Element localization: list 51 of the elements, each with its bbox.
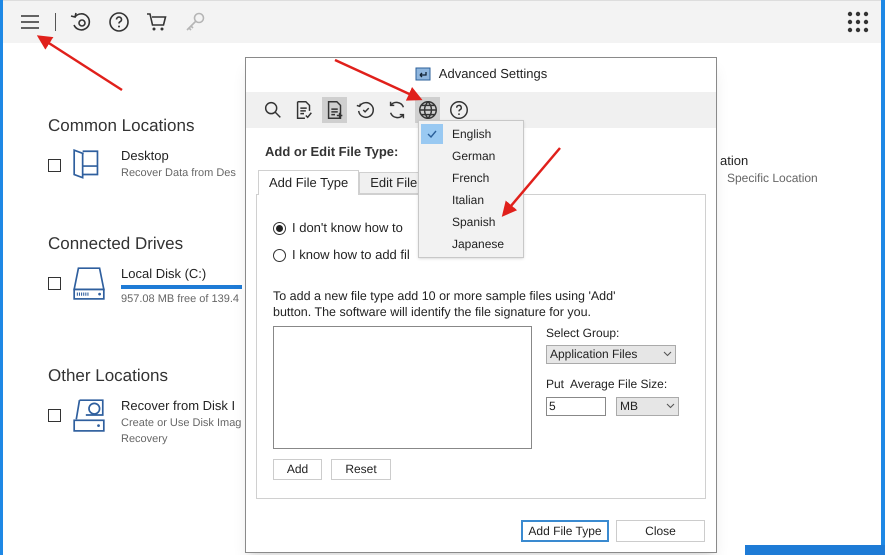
help-button[interactable] bbox=[106, 9, 132, 35]
group-dropdown[interactable]: Application Files bbox=[546, 344, 676, 364]
dialog-app-icon bbox=[414, 66, 431, 82]
section-title: Common Locations bbox=[48, 115, 196, 137]
hard-drive-icon bbox=[71, 265, 107, 301]
location-description: Recover Data from Des bbox=[121, 166, 237, 181]
menu-item[interactable]: German bbox=[419, 145, 523, 167]
checkbox[interactable] bbox=[48, 409, 61, 422]
annotation-arrow bbox=[502, 147, 561, 217]
tab[interactable]: Add File Type bbox=[258, 170, 360, 194]
checkbox[interactable] bbox=[48, 159, 61, 172]
menu-item[interactable]: Spanish bbox=[419, 211, 523, 233]
menu-item[interactable]: English bbox=[419, 123, 523, 145]
field-label: Select Group: bbox=[546, 326, 620, 340]
radio-button[interactable] bbox=[273, 222, 286, 234]
location-description: Create or Use Disk Imag bbox=[121, 416, 241, 431]
chevron-down-icon bbox=[663, 351, 672, 357]
location-title[interactable]: Desktop bbox=[121, 147, 241, 165]
section-heading: Add or Edit File Type: bbox=[265, 143, 398, 161]
dialog-button[interactable]: Add File Type bbox=[521, 520, 609, 542]
disk-image-icon bbox=[71, 397, 107, 433]
location-description: Recovery bbox=[121, 432, 168, 447]
location-title[interactable]: Recover from Disk I bbox=[121, 397, 241, 415]
help-icon bbox=[107, 10, 131, 34]
radio-label: I know how to add fil bbox=[292, 246, 410, 264]
checkbox[interactable] bbox=[48, 277, 61, 290]
document-plus-button[interactable] bbox=[322, 97, 347, 123]
help-icon bbox=[448, 99, 470, 121]
location-description: 957.08 MB free of 139.4 bbox=[121, 292, 240, 307]
radio-label: I don't know how to bbox=[292, 219, 403, 238]
action-button[interactable]: Reset bbox=[331, 458, 391, 480]
clock-check-icon bbox=[354, 99, 376, 121]
menu-item[interactable]: Japanese bbox=[419, 233, 523, 255]
radio-button[interactable] bbox=[273, 248, 286, 262]
chevron-down-icon bbox=[666, 403, 675, 409]
section-title: Connected Drives bbox=[48, 233, 184, 255]
size-input[interactable]: 5 bbox=[546, 396, 606, 416]
globe-icon bbox=[416, 99, 438, 121]
location-description: Specific Location bbox=[727, 170, 818, 186]
checkmark-icon bbox=[427, 130, 437, 138]
unit-dropdown[interactable]: MB bbox=[616, 396, 679, 416]
field-label: Put Average File Size: bbox=[546, 376, 668, 390]
action-button[interactable]: Add bbox=[273, 458, 322, 480]
dialog-button[interactable]: Close bbox=[616, 520, 705, 542]
location-title[interactable]: ation bbox=[720, 152, 818, 170]
apps-grid-icon bbox=[846, 10, 870, 34]
location-title[interactable]: Local Disk (C:) bbox=[121, 265, 241, 283]
dialog-title: Advanced Settings bbox=[438, 65, 548, 84]
section-title: Other Locations bbox=[48, 365, 170, 387]
apps-grid-button[interactable] bbox=[845, 9, 871, 35]
instructions-text: To add a new file type add 10 or more sample files using 'Add' button. The software will identify the file signature for you. bbox=[273, 288, 616, 320]
